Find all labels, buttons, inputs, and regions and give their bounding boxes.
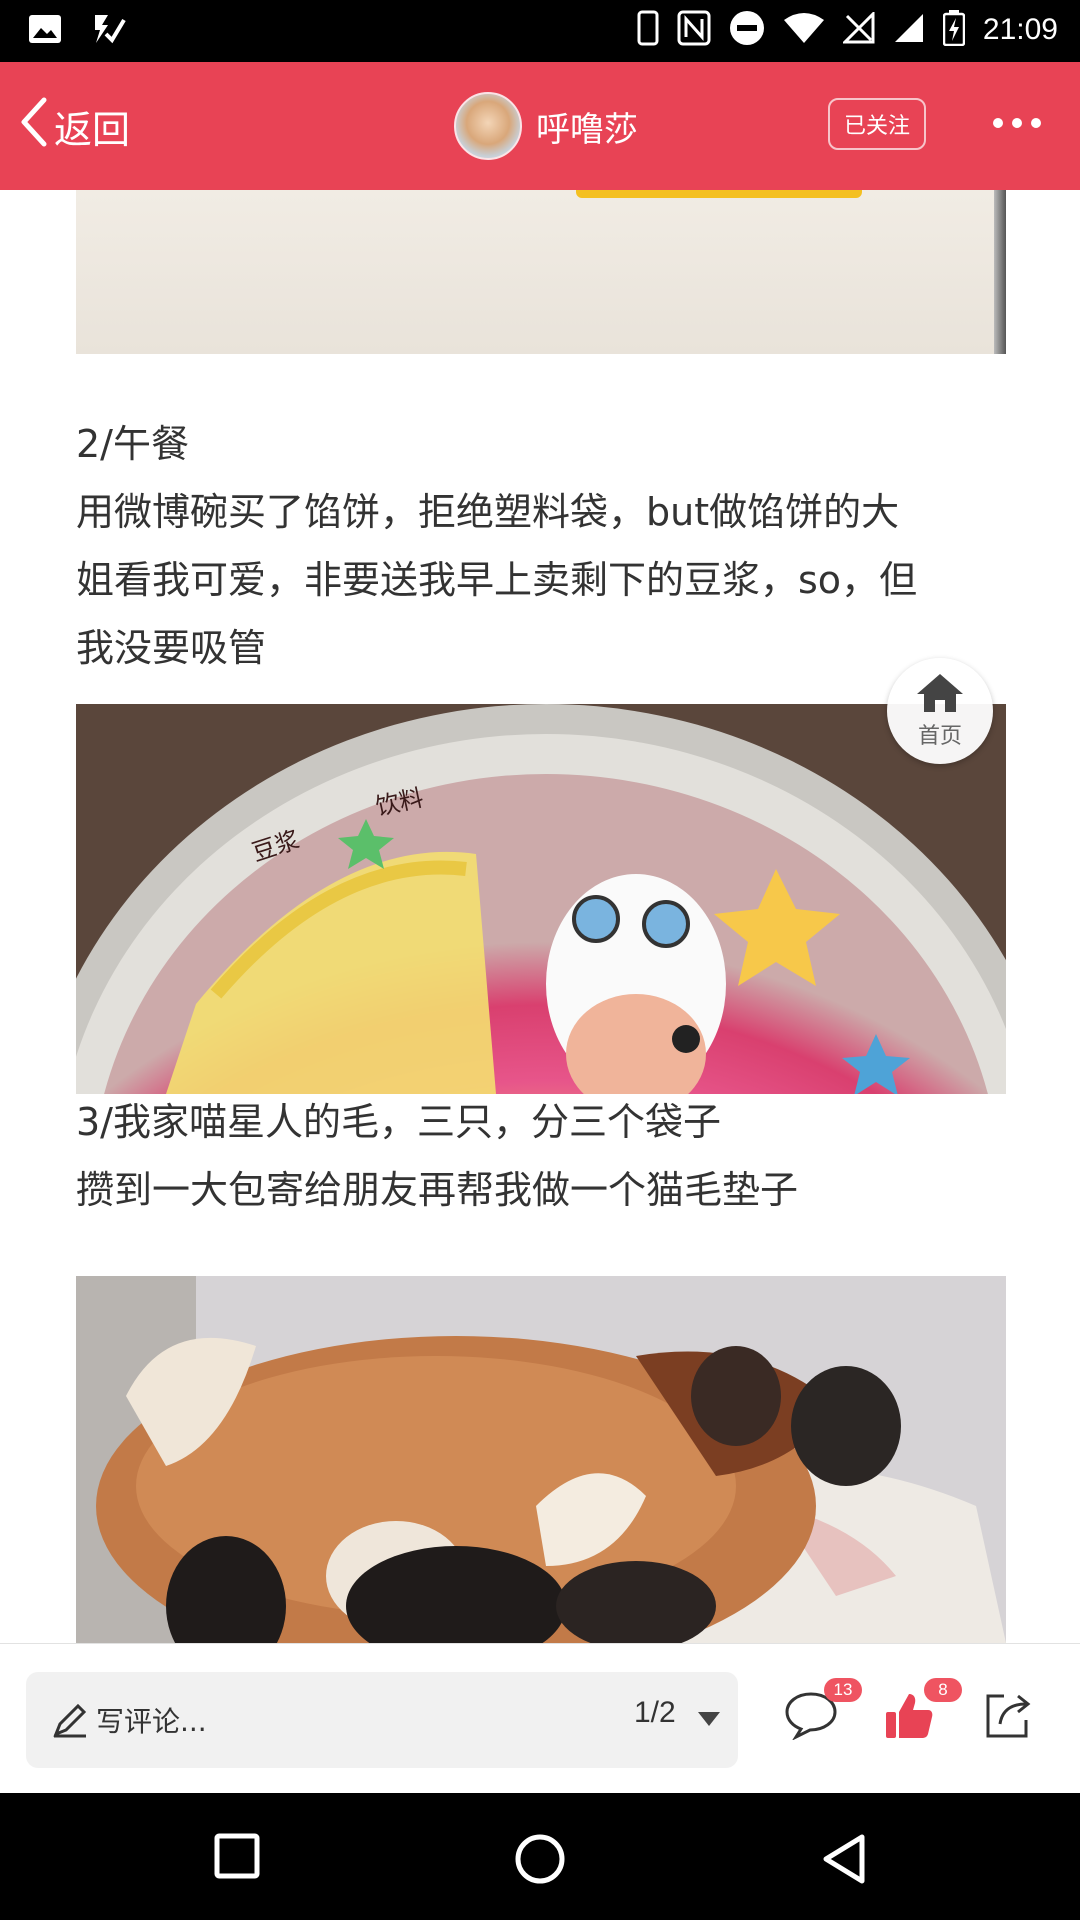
comment-button[interactable]: 13 xyxy=(784,1678,862,1744)
signal-icon xyxy=(893,12,925,48)
article-content[interactable]: 2/午餐 用微博碗买了馅饼，拒绝塑料袋，but做馅饼的大 姐看我可爱，非要送我早… xyxy=(0,190,1080,1643)
share-button[interactable] xyxy=(982,1690,1032,1744)
back-button[interactable]: 返回 xyxy=(18,96,130,157)
page-dropdown-icon[interactable] xyxy=(698,1712,720,1726)
chevron-left-icon xyxy=(18,96,48,157)
system-navigation-bar xyxy=(0,1793,1080,1920)
author-name[interactable]: 呼噜莎 xyxy=(536,102,638,151)
gallery-notification-icon xyxy=(28,14,62,48)
dnd-icon xyxy=(729,10,765,50)
recent-apps-button[interactable] xyxy=(214,1833,260,1883)
pencil-icon xyxy=(52,1702,88,1742)
article-image-breakfast[interactable] xyxy=(76,190,1006,354)
circle-icon xyxy=(515,1834,565,1884)
task-notification-icon xyxy=(92,12,126,50)
follow-button[interactable]: 已关注 xyxy=(828,98,926,150)
more-dots-icon xyxy=(993,118,1041,128)
text-line: 姐看我可爱，非要送我早上卖剩下的豆浆，so，但 xyxy=(76,558,918,602)
share-icon xyxy=(986,1694,1031,1738)
home-nav-button[interactable] xyxy=(514,1833,566,1889)
home-icon xyxy=(917,674,963,712)
article-image-plush-toy[interactable] xyxy=(76,1276,1006,1643)
page-indicator[interactable]: 1/2 xyxy=(634,1696,676,1730)
avatar[interactable] xyxy=(454,92,522,160)
status-bar: 21:09 xyxy=(0,0,1080,62)
bottom-action-bar: 写评论... 1/2 13 8 xyxy=(0,1643,1080,1794)
text-line: 3/我家喵星人的毛，三只，分三个袋子 xyxy=(76,1100,721,1144)
signal-empty-icon xyxy=(841,10,875,48)
comment-input[interactable]: 写评论... 1/2 xyxy=(26,1672,738,1768)
section-lunch: 2/午餐 用微博碗买了馅饼，拒绝塑料袋，but做馅饼的大 姐看我可爱，非要送我早… xyxy=(76,410,1016,682)
battery-icon xyxy=(942,10,966,50)
comment-placeholder: 写评论... xyxy=(96,1705,207,1738)
back-label: 返回 xyxy=(54,108,131,152)
more-options-button[interactable] xyxy=(992,108,1042,138)
app-header: 返回 呼噜莎 已关注 xyxy=(0,62,1080,190)
author-profile[interactable]: 呼噜莎 xyxy=(454,92,638,160)
comment-count-badge: 13 xyxy=(824,1678,862,1702)
like-count-badge: 8 xyxy=(924,1678,962,1702)
home-button-label: 首页 xyxy=(917,724,962,749)
wifi-icon xyxy=(783,12,825,48)
text-line: 用微博碗买了馅饼，拒绝塑料袋，but做馅饼的大 xyxy=(76,490,900,534)
like-button[interactable]: 8 xyxy=(884,1678,962,1744)
phone-icon xyxy=(637,10,659,50)
clock: 21:09 xyxy=(982,13,1058,46)
home-button[interactable]: 首页 xyxy=(887,658,993,764)
back-nav-button[interactable] xyxy=(820,1833,868,1889)
article-image-soymilk-cup[interactable]: 豆浆 饮料 xyxy=(76,704,1006,1094)
triangle-back-icon xyxy=(823,1834,865,1884)
square-icon xyxy=(214,1833,260,1879)
nfc-icon xyxy=(677,10,711,50)
text-line: 我没要吸管 xyxy=(76,626,267,670)
section-cat-fur: 3/我家喵星人的毛，三只，分三个袋子 攒到一大包寄给朋友再帮我做一个猫毛垫子 xyxy=(76,1088,1016,1224)
text-line: 攒到一大包寄给朋友再帮我做一个猫毛垫子 xyxy=(76,1168,799,1212)
section-title: 2/午餐 xyxy=(76,422,189,466)
